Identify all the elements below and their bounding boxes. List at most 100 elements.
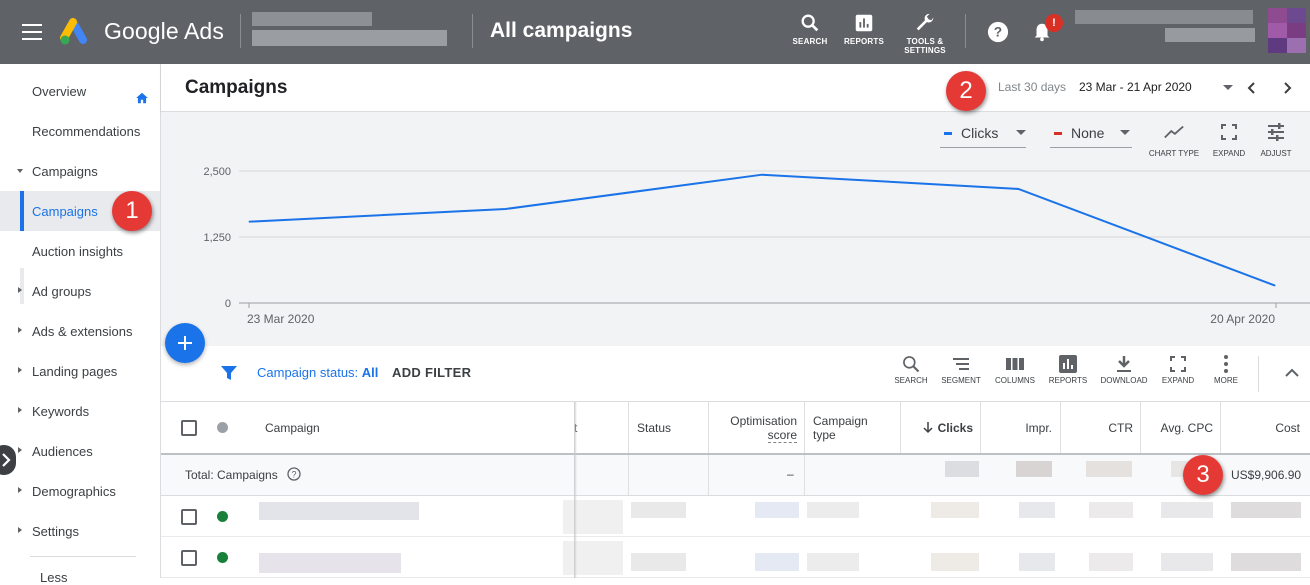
table-row[interactable] <box>161 496 1310 537</box>
add-filter-button[interactable]: ADD FILTER <box>392 365 471 380</box>
columns-button[interactable]: COLUMNS <box>990 354 1040 385</box>
total-optimisation-score: – <box>787 467 794 481</box>
user-account-redacted <box>1165 28 1255 42</box>
date-range-picker[interactable]: 23 Mar - 21 Apr 2020 <box>1079 80 1192 94</box>
column-header-campaign-type[interactable]: Campaign type <box>813 402 893 453</box>
performance-chart-panel: Clicks None CHART TYPE EXPAND ADJUST 2,5… <box>161 112 1310 346</box>
help-outline-icon[interactable]: ? <box>287 467 301 481</box>
select-all-checkbox[interactable] <box>181 420 197 436</box>
status-header-dot <box>217 422 228 433</box>
search-tool-button[interactable]: SEARCH <box>790 12 830 46</box>
y-tick-label: 1,250 <box>203 232 231 244</box>
caret-right-icon <box>18 487 22 493</box>
sidebar-item-recommendations[interactable]: Recommendations <box>0 111 160 151</box>
sidebar-item-keywords[interactable]: Keywords <box>0 391 160 431</box>
clicks-line-chart: 2,500 1,250 0 23 Mar 2020 20 Apr 2020 <box>203 166 1310 326</box>
table-expand-button[interactable]: EXPAND <box>1153 354 1203 385</box>
table-reports-button[interactable]: REPORTS <box>1043 354 1093 385</box>
search-icon <box>801 14 819 32</box>
sidebar-item-campaigns-group[interactable]: Campaigns <box>0 151 160 191</box>
help-icon[interactable]: ? <box>987 21 1009 43</box>
caret-right-icon <box>18 367 22 373</box>
x-tick-label: 20 Apr 2020 <box>1210 312 1275 326</box>
previous-period-icon[interactable] <box>1246 80 1258 96</box>
column-header-avg-cpc[interactable]: Avg. CPC <box>1141 402 1213 453</box>
table-header-row: Campaign t Status Optimisation score Cam… <box>161 402 1310 455</box>
table-toolbar: Campaign status: All ADD FILTER SEARCH S… <box>161 346 1310 402</box>
more-options-button[interactable]: MORE <box>1201 354 1251 385</box>
page-title: Campaigns <box>185 77 288 98</box>
data-point[interactable] <box>761 174 763 176</box>
tools-settings-button[interactable]: TOOLS & SETTINGS <box>900 12 950 55</box>
date-range-dropdown-icon[interactable] <box>1223 85 1233 90</box>
download-button[interactable]: DOWNLOAD <box>1099 354 1149 385</box>
avatar[interactable] <box>1268 8 1306 54</box>
home-icon <box>136 92 148 104</box>
column-header-status[interactable]: Status <box>637 402 707 453</box>
next-period-icon[interactable] <box>1281 80 1293 96</box>
more-vert-icon <box>1224 355 1228 373</box>
menu-icon[interactable] <box>22 24 42 40</box>
sidebar-item-auction-insights[interactable]: Auction insights <box>0 231 160 271</box>
total-row: Total: Campaigns ? – US$9,906.90 <box>161 455 1310 496</box>
sidebar-item-demographics[interactable]: Demographics <box>0 471 160 511</box>
campaign-name-redacted[interactable] <box>259 553 401 573</box>
total-label: Total: Campaigns <box>185 468 278 482</box>
caret-right-icon <box>18 447 22 453</box>
reports-tool-button[interactable]: REPORTS <box>842 12 886 46</box>
segment-icon <box>953 358 969 370</box>
column-header-impressions[interactable]: Impr. <box>981 402 1052 453</box>
y-tick-label: 0 <box>225 298 231 310</box>
create-campaign-fab[interactable] <box>165 323 205 363</box>
column-header-campaign[interactable]: Campaign <box>265 402 565 453</box>
column-header-optimisation-score[interactable]: Optimisation score <box>709 402 797 453</box>
sidebar-item-audiences[interactable]: Audiences <box>0 431 160 471</box>
sidebar-item-landing-pages[interactable]: Landing pages <box>0 351 160 391</box>
segment-button[interactable]: SEGMENT <box>936 354 986 385</box>
row-checkbox[interactable] <box>181 509 197 525</box>
column-header-cost[interactable]: Cost <box>1221 402 1300 453</box>
account-id-redacted <box>252 30 447 46</box>
top-app-bar: Google Ads All campaigns SEARCH REPORTS … <box>0 0 1310 64</box>
sidebar-item-ads-extensions[interactable]: Ads & extensions <box>0 311 160 351</box>
data-point[interactable] <box>505 208 506 210</box>
notification-badge: ! <box>1045 14 1063 32</box>
data-point[interactable] <box>1274 285 1276 287</box>
data-point[interactable] <box>1018 188 1019 190</box>
table-search-button[interactable]: SEARCH <box>886 354 936 385</box>
status-enabled-dot <box>217 552 228 563</box>
x-tick-label: 23 Mar 2020 <box>247 312 315 326</box>
series-line-clicks[interactable] <box>248 173 1276 287</box>
marker-3: 3 <box>1183 455 1223 495</box>
columns-icon <box>1006 358 1024 370</box>
account-name-redacted <box>252 12 372 26</box>
filter-icon[interactable] <box>220 364 238 382</box>
sidebar-item-ad-groups[interactable]: Ad groups <box>0 271 160 311</box>
marker-2: 2 <box>946 71 986 111</box>
caret-right-icon <box>18 407 22 413</box>
collapse-chevron-up-icon[interactable] <box>1285 368 1299 378</box>
caret-right-icon <box>18 527 22 533</box>
data-point[interactable] <box>248 221 250 223</box>
table-row[interactable] <box>161 537 1310 578</box>
sidebar-item-settings[interactable]: Settings <box>0 511 160 551</box>
y-tick-label: 2,500 <box>203 166 231 178</box>
column-header-budget[interactable]: t <box>574 402 624 453</box>
expand-icon <box>1170 356 1186 372</box>
sidebar-navigation: Overview Recommendations Campaigns Campa… <box>0 64 161 585</box>
brand-name[interactable]: Google Ads <box>104 18 224 45</box>
google-ads-logo <box>60 18 87 45</box>
download-icon <box>1117 356 1131 372</box>
total-cost: US$9,906.90 <box>1231 468 1302 482</box>
sidebar-item-overview[interactable]: Overview <box>0 71 160 111</box>
campaign-name-redacted[interactable] <box>259 502 419 520</box>
reports-icon <box>1059 355 1077 373</box>
search-icon <box>903 356 920 373</box>
column-header-ctr[interactable]: CTR <box>1061 402 1133 453</box>
column-header-clicks[interactable]: Clicks <box>901 402 973 453</box>
marker-1: 1 <box>112 191 152 231</box>
row-checkbox[interactable] <box>181 550 197 566</box>
campaign-status-filter[interactable]: Campaign status: All <box>257 365 378 380</box>
caret-down-icon <box>17 169 23 173</box>
chevron-right-icon <box>2 453 11 467</box>
